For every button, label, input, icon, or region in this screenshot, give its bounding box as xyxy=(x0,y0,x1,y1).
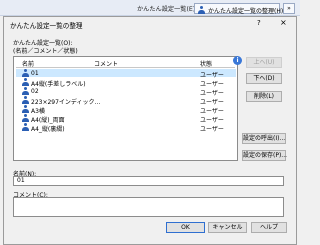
cancel-button[interactable]: キャンセル xyxy=(208,222,247,233)
user-icon xyxy=(22,69,29,77)
easy-setup-list-label: かんたん設定一覧(E): xyxy=(137,6,198,13)
ok-button[interactable]: OK xyxy=(166,222,205,233)
user-icon xyxy=(198,6,205,14)
move-up-button[interactable]: 上へ(U) xyxy=(246,57,282,68)
save-settings-button[interactable]: 設定の保存(P)... xyxy=(242,150,287,161)
help-icon[interactable]: ? xyxy=(257,19,261,27)
organize-easy-setup-button[interactable]: かんたん設定一覧の整理(H)... xyxy=(194,3,289,15)
list-item-name: 02 xyxy=(31,88,39,95)
list-item[interactable]: A4(縦)_両面 ユーザー xyxy=(16,114,236,124)
list-item-status: ユーザー xyxy=(200,126,224,133)
delete-button[interactable]: 削除(L) xyxy=(246,91,282,102)
easy-setup-list[interactable]: 名前 コメント 状態 01 ユーザー A4縦(手差しラベル) ユーザー 02 ユ… xyxy=(13,56,238,161)
import-settings-button[interactable]: 設定の呼出(I)... xyxy=(242,133,286,144)
user-icon xyxy=(22,78,29,86)
list-item[interactable]: A3横 ユーザー xyxy=(16,105,236,115)
user-icon xyxy=(22,96,29,104)
info-icon: i xyxy=(233,56,242,65)
comment-input[interactable] xyxy=(13,197,284,217)
name-input[interactable]: 01 xyxy=(13,176,284,186)
list-item[interactable]: A4_縦(裏綴) ユーザー xyxy=(16,123,236,133)
user-icon xyxy=(22,87,29,95)
header-divider xyxy=(16,67,235,68)
user-icon xyxy=(22,105,29,113)
dialog-title: かんたん設定一覧の整理 xyxy=(10,22,83,30)
list-item[interactable]: 223×297インディック... ユーザー xyxy=(16,96,236,106)
move-down-button[interactable]: 下へ(D) xyxy=(246,73,282,84)
list-item-name: 01 xyxy=(31,70,39,77)
help-button[interactable]: ヘルプ xyxy=(251,222,287,233)
list-label: かんたん設定一覧(O): (名前／コメント／状態) xyxy=(13,40,78,55)
organize-easy-setup-button-label: かんたん設定一覧の整理(H)... xyxy=(208,8,289,15)
more-chevron-icon[interactable]: » xyxy=(283,3,295,14)
close-icon[interactable]: × xyxy=(280,18,287,27)
list-item-name: A4_縦(裏綴) xyxy=(31,126,65,133)
user-icon xyxy=(22,123,29,131)
list-item[interactable]: 01 ユーザー xyxy=(16,69,236,79)
list-item[interactable]: A4縦(手差しラベル) ユーザー xyxy=(16,78,236,88)
user-icon xyxy=(22,114,29,122)
list-item[interactable]: 02 ユーザー xyxy=(16,87,236,97)
